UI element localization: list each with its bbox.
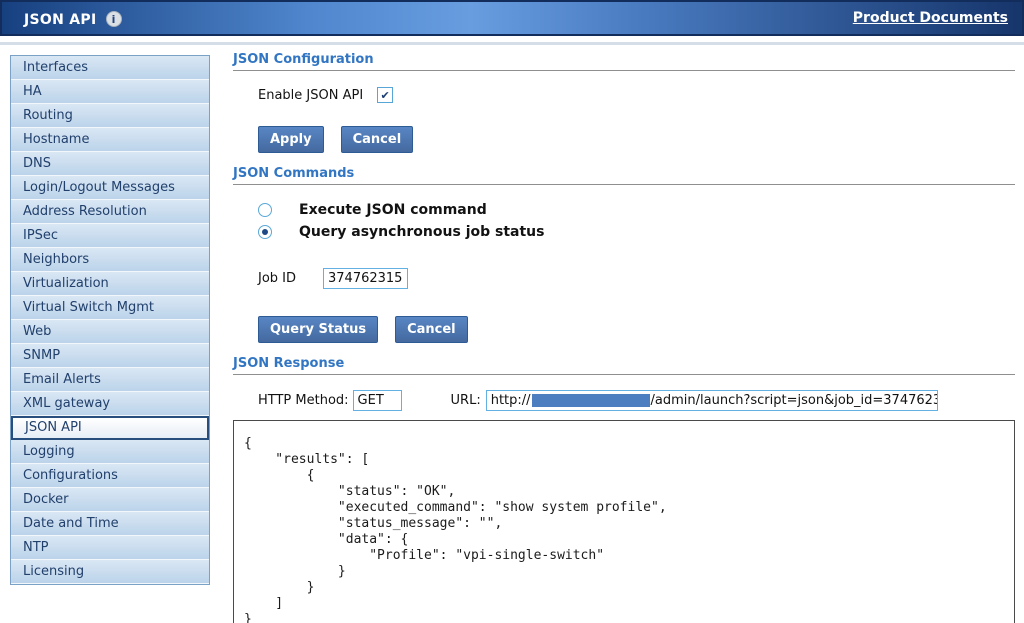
enable-json-row: Enable JSON API ✔ bbox=[258, 87, 1015, 103]
command-cancel-button[interactable]: Cancel bbox=[395, 316, 468, 343]
sidebar-nav: InterfacesHARoutingHostnameDNSLogin/Logo… bbox=[10, 55, 210, 585]
sidebar-item-interfaces[interactable]: Interfaces bbox=[11, 56, 209, 80]
sidebar-item-json-api[interactable]: JSON API bbox=[11, 416, 209, 440]
enable-json-label: Enable JSON API bbox=[258, 88, 363, 103]
sidebar-item-ntp[interactable]: NTP bbox=[11, 536, 209, 560]
query-job-status-label: Query asynchronous job status bbox=[299, 224, 544, 240]
json-response-body: { "results": [ { "status": "OK", "execut… bbox=[244, 436, 1004, 623]
request-info-row: HTTP Method: URL: http:// /admin/launch?s… bbox=[258, 390, 1015, 411]
http-method-label: HTTP Method: bbox=[258, 393, 349, 408]
job-id-row: Job ID bbox=[258, 268, 1015, 289]
page-title: JSON API bbox=[24, 12, 97, 28]
check-icon: ✔ bbox=[381, 90, 390, 101]
job-id-input[interactable] bbox=[323, 268, 408, 289]
sidebar-item-virtual-switch-mgmt[interactable]: Virtual Switch Mgmt bbox=[11, 296, 209, 320]
json-configuration-title: JSON Configuration bbox=[233, 52, 1015, 67]
job-id-label: Job ID bbox=[258, 271, 323, 286]
url-input[interactable]: http:// /admin/launch?script=json&job_id=… bbox=[486, 390, 938, 411]
redacted-hostname-block bbox=[532, 394, 650, 407]
url-prefix-text: http:// bbox=[491, 393, 531, 408]
sidebar-item-login-logout-messages[interactable]: Login/Logout Messages bbox=[11, 176, 209, 200]
header-bar: JSON API i Product Documents bbox=[0, 0, 1024, 36]
configuration-buttons: Apply Cancel bbox=[258, 126, 1015, 153]
sidebar-item-web[interactable]: Web bbox=[11, 320, 209, 344]
sidebar-item-date-and-time[interactable]: Date and Time bbox=[11, 512, 209, 536]
info-icon[interactable]: i bbox=[106, 11, 122, 27]
enable-json-checkbox[interactable]: ✔ bbox=[377, 87, 393, 103]
sidebar-item-xml-gateway[interactable]: XML gateway bbox=[11, 392, 209, 416]
header-left: JSON API i bbox=[24, 9, 122, 28]
apply-button[interactable]: Apply bbox=[258, 126, 324, 153]
sidebar-item-configurations[interactable]: Configurations bbox=[11, 464, 209, 488]
sidebar-item-licensing[interactable]: Licensing bbox=[11, 560, 209, 584]
sidebar-item-ipsec[interactable]: IPSec bbox=[11, 224, 209, 248]
sidebar-item-address-resolution[interactable]: Address Resolution bbox=[11, 200, 209, 224]
sidebar-item-dns[interactable]: DNS bbox=[11, 152, 209, 176]
product-documents-link[interactable]: Product Documents bbox=[853, 10, 1008, 26]
query-job-status-radio[interactable] bbox=[258, 225, 272, 239]
command-buttons: Query Status Cancel bbox=[258, 316, 1015, 343]
page: JSON API i Product Documents InterfacesHA… bbox=[0, 0, 1024, 623]
section-divider bbox=[233, 374, 1015, 375]
execute-command-radio[interactable] bbox=[258, 203, 272, 217]
section-divider bbox=[233, 184, 1015, 185]
url-label: URL: bbox=[451, 393, 481, 408]
http-method-input[interactable] bbox=[353, 390, 402, 411]
sidebar-item-routing[interactable]: Routing bbox=[11, 104, 209, 128]
sidebar-item-ha[interactable]: HA bbox=[11, 80, 209, 104]
sidebar-item-docker[interactable]: Docker bbox=[11, 488, 209, 512]
command-mode-options: Execute JSON command Query asynchronous … bbox=[233, 199, 1015, 243]
url-suffix-text: /admin/launch?script=json&job_id=3747623… bbox=[651, 393, 938, 408]
sidebar-item-hostname[interactable]: Hostname bbox=[11, 128, 209, 152]
execute-command-label: Execute JSON command bbox=[299, 202, 487, 218]
query-status-button[interactable]: Query Status bbox=[258, 316, 378, 343]
json-response-title: JSON Response bbox=[233, 356, 1015, 371]
sidebar-item-logging[interactable]: Logging bbox=[11, 440, 209, 464]
query-job-status-option: Query asynchronous job status bbox=[258, 221, 1015, 243]
sidebar-item-virtualization[interactable]: Virtualization bbox=[11, 272, 209, 296]
sidebar-item-email-alerts[interactable]: Email Alerts bbox=[11, 368, 209, 392]
execute-command-option: Execute JSON command bbox=[258, 199, 1015, 221]
section-divider bbox=[233, 70, 1015, 71]
main-content: JSON Configuration Enable JSON API ✔ App… bbox=[233, 45, 1015, 623]
cancel-button[interactable]: Cancel bbox=[341, 126, 414, 153]
sidebar-item-neighbors[interactable]: Neighbors bbox=[11, 248, 209, 272]
json-response-box: { "results": [ { "status": "OK", "execut… bbox=[233, 420, 1015, 623]
json-commands-title: JSON Commands bbox=[233, 166, 1015, 181]
sidebar-item-snmp[interactable]: SNMP bbox=[11, 344, 209, 368]
